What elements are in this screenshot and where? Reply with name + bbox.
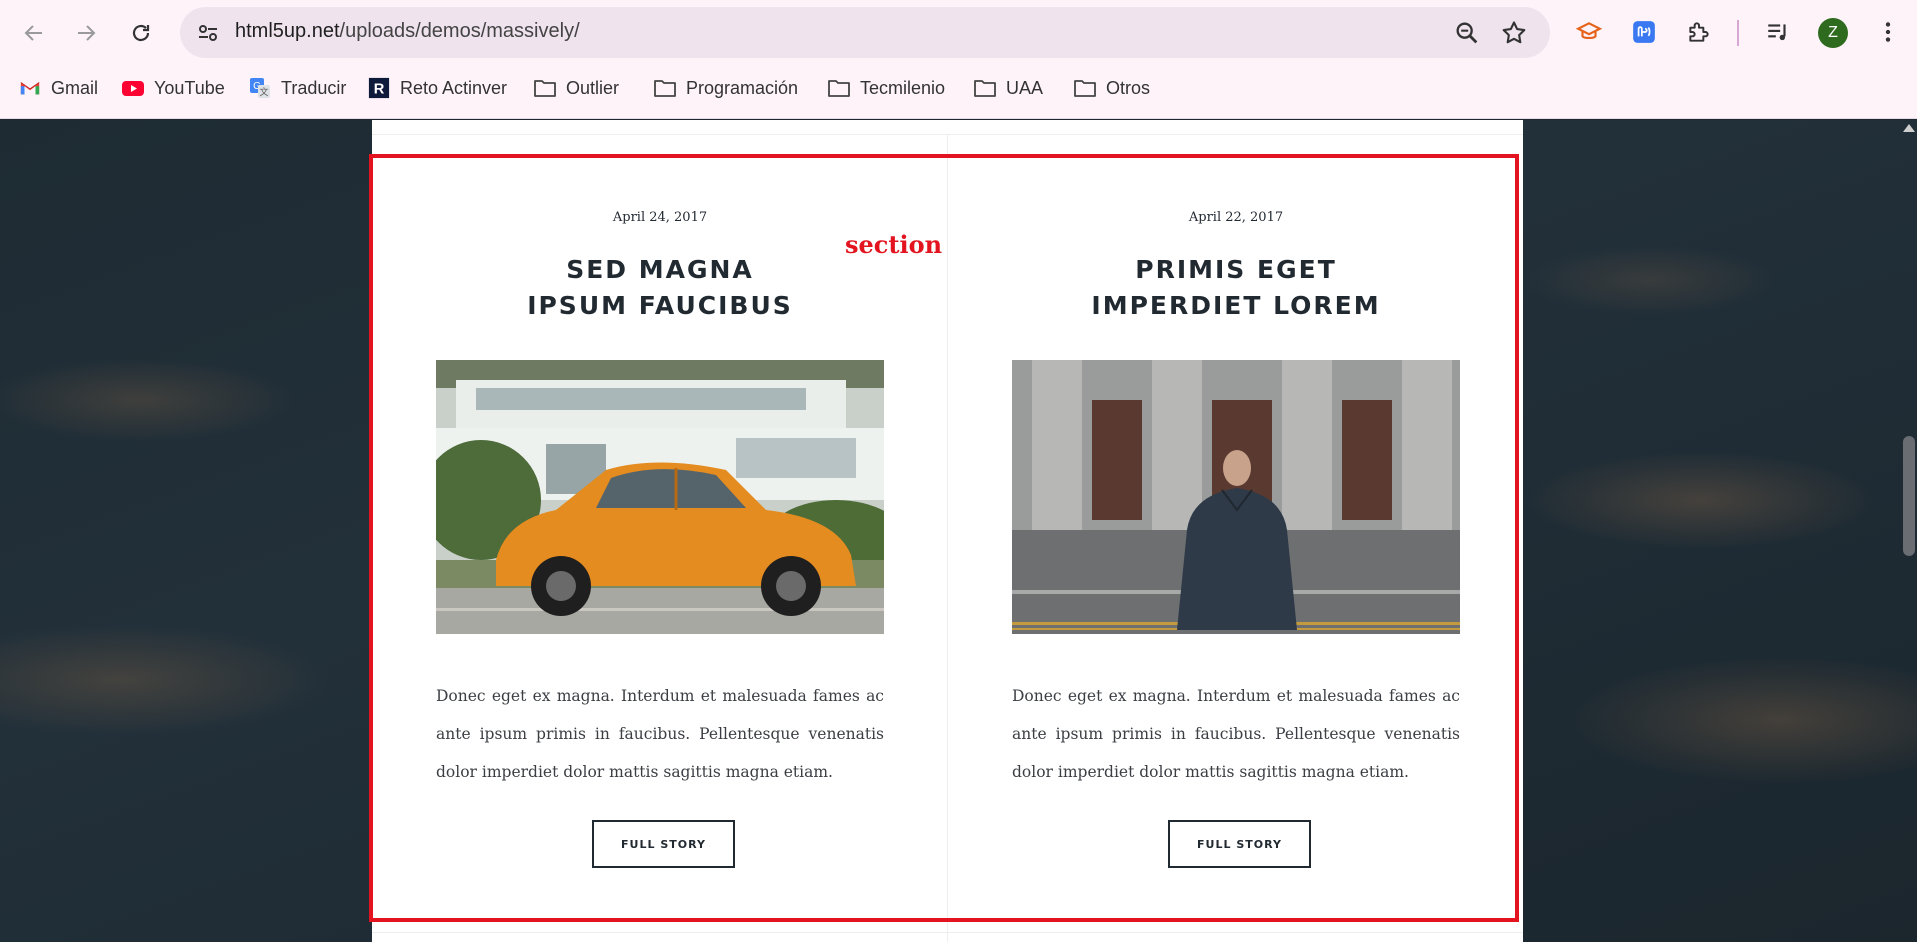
posts-panel: April 24, 2017 SED MAGNA IPSUM FAUCIBUS [372,120,1523,942]
bookmark-traducir[interactable]: G文 Traducir [248,72,346,104]
folder-icon [973,76,997,100]
post-title-line: IMPERDIET LOREM [1091,291,1381,320]
youtube-icon [121,76,145,100]
url-text[interactable]: html5up.net/uploads/demos/massively/ [235,20,580,43]
zoom-icon[interactable] [1453,19,1481,47]
folder-icon [653,76,677,100]
bookmark-label: Outlier [566,77,620,98]
gmail-icon [18,76,42,100]
media-control-icon[interactable] [1762,16,1794,48]
bookmark-youtube[interactable]: YouTube [121,72,225,104]
post-title-line: PRIMIS EGET [1135,255,1337,284]
reload-button[interactable] [121,13,161,53]
bookmark-label: UAA [1006,77,1044,98]
post-title[interactable]: SED MAGNA IPSUM FAUCIBUS [372,252,948,324]
reto-actinver-icon: R [367,76,391,100]
url-path: /uploads/demos/massively/ [339,20,580,42]
back-button[interactable] [14,13,54,53]
extensions-puzzle-icon[interactable] [1683,16,1715,48]
browser-chrome: html5up.net/uploads/demos/massively/ Z G… [0,0,1917,119]
bookmark-gmail[interactable]: Gmail [18,72,98,104]
menu-kebab-icon[interactable] [1872,16,1904,48]
extension-graduation-cap-icon[interactable] [1573,16,1605,48]
profile-avatar[interactable]: Z [1818,18,1848,48]
bookmark-folder-uaa[interactable]: UAA [973,72,1043,104]
post-article: April 22, 2017 PRIMIS EGET IMPERDIET LOR… [948,160,1524,868]
bookmark-label: Gmail [51,77,99,98]
folder-icon [1073,76,1097,100]
address-bar[interactable]: html5up.net/uploads/demos/massively/ [180,7,1550,58]
reload-icon [132,24,150,42]
forward-button[interactable] [66,13,106,53]
post-title-line: IPSUM FAUCIBUS [527,291,793,320]
orange-beetle-car-photo[interactable] [436,360,884,634]
post-date: April 22, 2017 [1188,210,1284,225]
folder-icon [827,76,851,100]
page-viewport: April 24, 2017 SED MAGNA IPSUM FAUCIBUS [0,120,1917,942]
translate-icon: G文 [248,76,272,100]
bookmark-label: Traducir [281,77,347,98]
full-story-button[interactable]: FULL STORY [1168,820,1311,868]
man-in-suit-photo[interactable] [1012,360,1460,634]
arrow-left-icon [24,25,42,41]
post-title-line: SED MAGNA [566,255,754,284]
full-story-button[interactable]: FULL STORY [592,820,735,868]
section-annotation-label: section [845,230,943,259]
bookmark-label: YouTube [154,77,225,98]
scroll-up-arrow-icon[interactable] [1903,124,1915,132]
divider [372,932,1523,933]
bookmark-label: Tecmilenio [860,77,946,98]
bookmark-folder-otros[interactable]: Otros [1073,72,1150,104]
post-title[interactable]: PRIMIS EGET IMPERDIET LOREM [948,252,1524,324]
bookmarks-bar: Gmail YouTube G文 Traducir R Reto Actinve… [0,72,1917,104]
url-host: html5up.net [235,20,340,42]
bookmark-label: Reto Actinver [400,77,508,98]
extension-read-aloud-icon[interactable] [1628,16,1660,48]
arrow-right-icon [78,25,96,41]
post-excerpt: Donec eget ex magna. Interdum et malesua… [436,687,884,781]
bookmark-folder-programacion[interactable]: Programación [653,72,798,104]
site-info-icon[interactable] [194,19,222,47]
scrollbar-thumb[interactable] [1903,436,1915,556]
bookmark-star-icon[interactable] [1500,19,1528,47]
bookmark-reto-actinver[interactable]: R Reto Actinver [367,72,507,104]
svg-text:文: 文 [259,86,268,97]
bookmark-folder-outlier[interactable]: Outlier [533,72,619,104]
bookmark-folder-tecmilenio[interactable]: Tecmilenio [827,72,945,104]
toolbar-divider [1737,20,1739,46]
bookmark-label: Programación [686,77,799,98]
folder-icon [533,76,557,100]
page-scrollbar[interactable] [1900,120,1917,942]
post-date: April 24, 2017 [612,210,708,225]
svg-text:R: R [374,82,385,98]
browser-toolbar: html5up.net/uploads/demos/massively/ Z [0,0,1917,66]
post-excerpt: Donec eget ex magna. Interdum et malesua… [1012,687,1460,781]
bookmark-label: Otros [1106,77,1151,98]
